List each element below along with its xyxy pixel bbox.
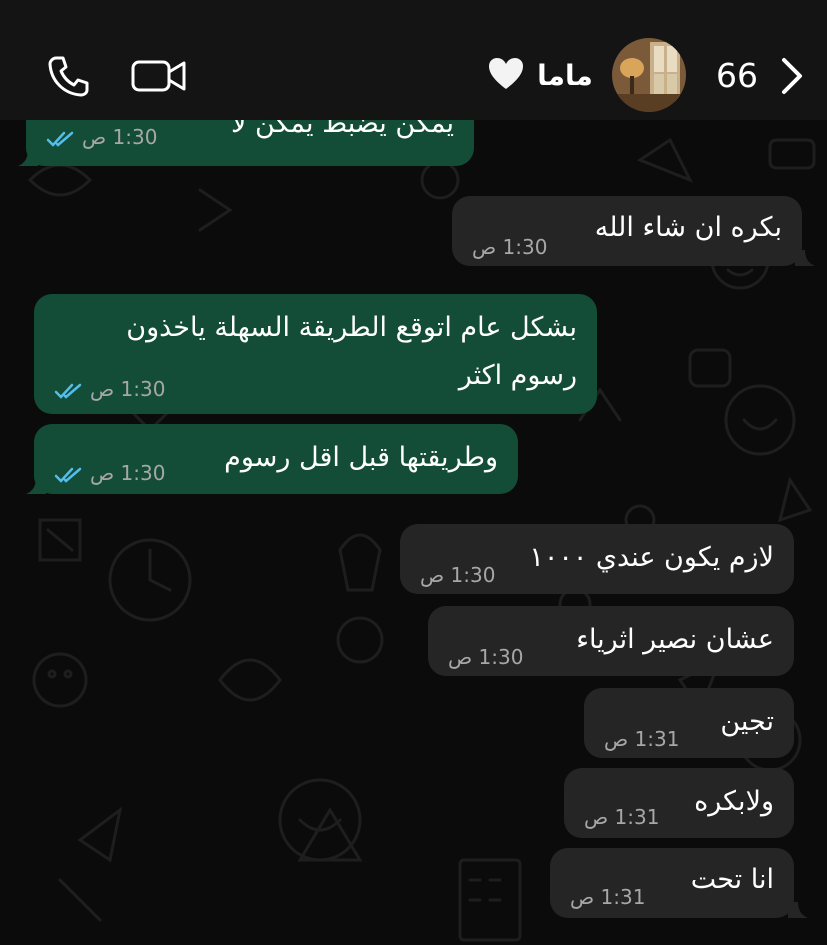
message-text: بكره ان شاء الله [594,212,782,243]
message-meta: 1:30 ص [54,460,165,486]
phone-icon[interactable] [44,52,92,100]
message-text: عشان نصير اثرياء [576,624,774,655]
message-meta: 1:30 ص [46,124,157,150]
message-bubble-outgoing[interactable]: يمكن يضبط يمكن لا 1:30 ص [26,120,474,166]
message-bubble-incoming[interactable]: عشان نصير اثرياء 1:30 ص [428,606,794,676]
double-check-read-icon [54,467,82,483]
message-bubble-outgoing[interactable]: بشكل عام اتوقع الطريقة السهلة ياخذون رسو… [34,294,597,414]
message-bubble-incoming[interactable]: تجين 1:31 ص [584,688,794,758]
message-time: 1:30 ص [90,377,166,401]
unread-count[interactable]: 66 [716,54,760,98]
chevron-left-icon[interactable] [776,56,806,96]
message-time: 1:31 ص [584,805,660,829]
message-text: لازم يكون عندي ١٠٠٠ [529,542,774,573]
message-time: 1:31 ص [604,727,680,751]
message-bubble-outgoing[interactable]: وطريقتها قبل اقل رسوم 1:30 ص [34,424,518,494]
message-text: يمكن يضبط يمكن لا [230,120,454,139]
message-time: 1:30 ص [472,235,548,259]
message-meta: 1:30 ص [54,376,165,402]
message-bubble-incoming[interactable]: بكره ان شاء الله 1:30 ص [452,196,802,266]
message-bubble-incoming[interactable]: ولابكره 1:31 ص [564,768,794,838]
double-check-read-icon [46,131,74,147]
double-check-read-icon [54,383,82,399]
message-text: ولابكره [694,786,774,817]
message-time: 1:30 ص [448,645,524,669]
video-camera-icon[interactable] [130,52,188,100]
avatar[interactable] [612,38,686,112]
chat-header: ماما 66 [0,0,827,120]
message-list[interactable]: يمكن يضبط يمكن لا 1:30 ص بكره ان شاء الل… [0,120,827,945]
message-time: 1:30 ص [420,563,496,587]
bubble-tail [788,902,808,918]
bubble-tail [18,150,38,166]
message-text: تجين [720,706,774,737]
message-bubble-incoming[interactable]: لازم يكون عندي ١٠٠٠ 1:30 ص [400,524,794,594]
message-time: 1:31 ص [570,885,646,909]
bubble-tail [795,250,815,266]
message-time: 1:30 ص [82,125,158,149]
message-text-line-2: رسوم اكثر [458,360,577,391]
message-time: 1:30 ص [90,461,166,485]
contact-name[interactable]: ماما [530,56,600,96]
bubble-tail [26,478,46,494]
message-bubble-incoming[interactable]: انا تحت 1:31 ص [550,848,794,918]
message-text: انا تحت [690,864,774,895]
message-text-line-1: بشكل عام اتوقع الطريقة السهلة ياخذون [126,312,577,343]
message-text: وطريقتها قبل اقل رسوم [224,442,498,473]
white-heart-icon [489,58,523,89]
